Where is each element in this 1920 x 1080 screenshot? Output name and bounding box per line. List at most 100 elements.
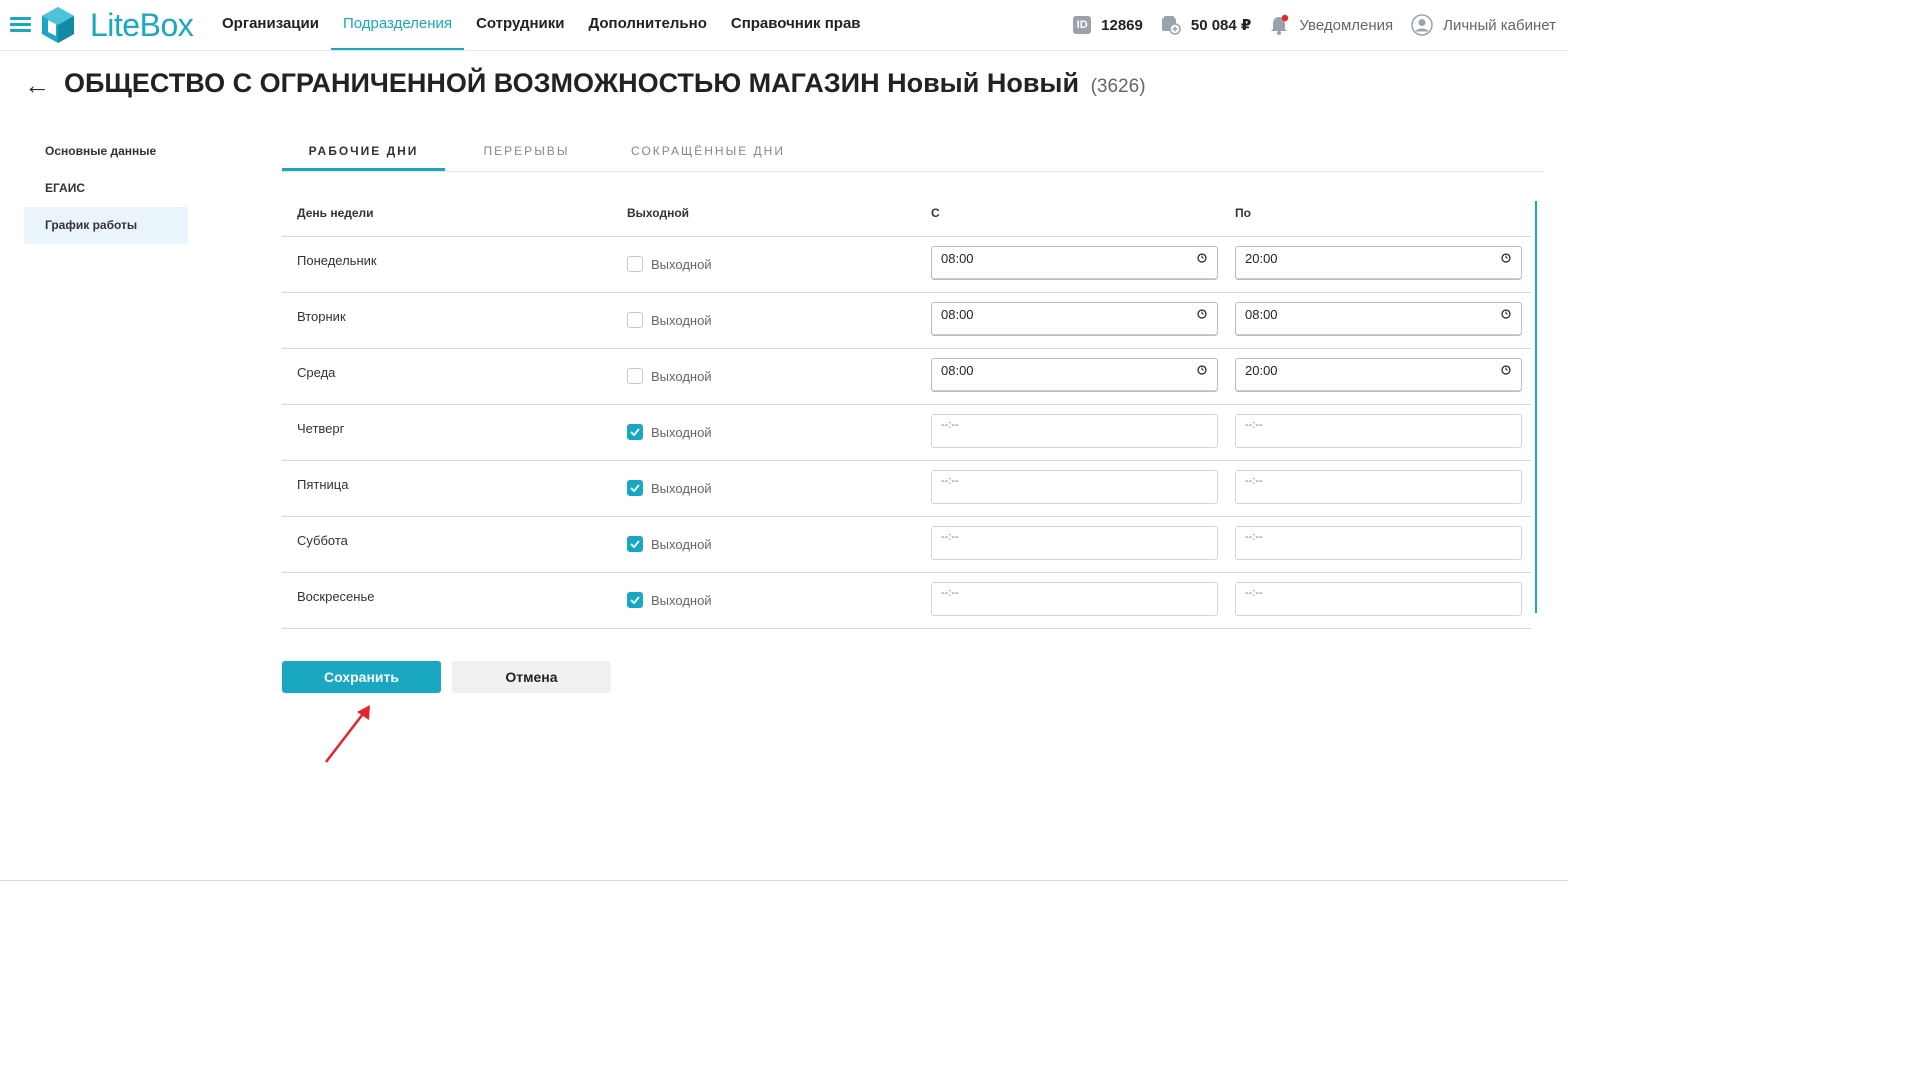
checkbox-box[interactable] <box>627 480 643 496</box>
time-from-value: 08:00 <box>941 251 974 266</box>
time-to-value: --:-- <box>1245 531 1263 543</box>
nav-rights-reference[interactable]: Справочник прав <box>719 0 873 50</box>
table-row: Понедельник Выходной 08:00 20:00 <box>282 237 1531 293</box>
time-from-value: 08:00 <box>941 363 974 378</box>
table-row: Пятница Выходной --:-- --:-- <box>282 461 1531 517</box>
time-from-input[interactable]: --:-- <box>931 582 1218 616</box>
balance-value: 50 084 ₽ <box>1190 17 1252 34</box>
time-from-input[interactable]: 08:00 <box>931 358 1218 392</box>
dayoff-checkbox[interactable]: Выходной <box>627 312 712 328</box>
dayoff-checkbox[interactable]: Выходной <box>627 424 712 440</box>
nav-employees[interactable]: Сотрудники <box>464 0 576 50</box>
time-to-input[interactable]: 20:00 <box>1235 358 1522 392</box>
time-from-input[interactable]: --:-- <box>931 470 1218 504</box>
dayoff-label: Выходной <box>651 424 712 440</box>
wallet-icon <box>1161 16 1181 35</box>
dayoff-label: Выходной <box>651 256 712 272</box>
time-to-input[interactable]: --:-- <box>1235 526 1522 560</box>
personal-account[interactable]: Личный кабинет <box>1411 14 1556 36</box>
schedule-table: День недели Выходной С По Понедельник Вых… <box>282 195 1531 629</box>
day-name: Вторник <box>297 309 346 324</box>
tab-short-days[interactable]: СОКРАЩЁННЫЕ ДНИ <box>608 133 808 171</box>
checkbox-box[interactable] <box>627 256 643 272</box>
page-count: (3626) <box>1090 76 1146 97</box>
clock-icon <box>1501 253 1511 263</box>
clock-icon <box>1501 365 1511 375</box>
nav-organizations[interactable]: Организации <box>210 0 331 50</box>
save-button[interactable]: Сохранить <box>282 661 441 693</box>
checkmark-icon <box>630 484 640 492</box>
clock-icon <box>1197 253 1207 263</box>
logo-text: LiteBox <box>90 6 194 43</box>
logo[interactable]: LiteBox <box>40 5 194 45</box>
bell-icon <box>1271 14 1289 35</box>
page-title-text: ОБЩЕСТВО С ОГРАНИЧЕННОЙ ВОЗМОЖНОСТЬЮ МАГ… <box>64 68 1080 98</box>
bottom-divider <box>0 880 1568 881</box>
table-row: Среда Выходной 08:00 20:00 <box>282 349 1531 405</box>
checkmark-icon <box>630 596 640 604</box>
dayoff-label: Выходной <box>651 592 712 608</box>
tab-working-days[interactable]: РАБОЧИЕ ДНИ <box>282 133 445 171</box>
notifications[interactable]: Уведомления <box>1269 14 1393 36</box>
dayoff-label: Выходной <box>651 368 712 384</box>
main-nav: Организации Подразделения Сотрудники Доп… <box>210 0 873 50</box>
time-from-input[interactable]: 08:00 <box>931 302 1218 336</box>
time-to-value: --:-- <box>1245 587 1263 599</box>
dayoff-label: Выходной <box>651 480 712 496</box>
nav-subdivisions[interactable]: Подразделения <box>330 0 465 50</box>
time-from-input[interactable]: --:-- <box>931 414 1218 448</box>
balance[interactable]: 50 084 ₽ <box>1161 15 1251 35</box>
side-item-main-data[interactable]: Основные данные <box>24 133 188 170</box>
table-row: Вторник Выходной 08:00 08:00 <box>282 293 1531 349</box>
checkbox-box[interactable] <box>627 312 643 328</box>
dayoff-checkbox[interactable]: Выходной <box>627 592 712 608</box>
checkmark-icon <box>630 428 640 436</box>
litebox-logo-icon <box>42 7 74 43</box>
table-header: День недели Выходной С По <box>282 195 1531 237</box>
header-to: По <box>1235 206 1251 220</box>
time-to-input[interactable]: 08:00 <box>1235 302 1522 336</box>
nav-additional[interactable]: Дополнительно <box>577 0 719 50</box>
time-to-value: --:-- <box>1245 419 1263 431</box>
checkbox-box[interactable] <box>627 592 643 608</box>
table-row: Суббота Выходной --:-- --:-- <box>282 517 1531 573</box>
time-to-input[interactable]: --:-- <box>1235 470 1522 504</box>
account-id-value: 12869 <box>1101 16 1143 34</box>
dayoff-checkbox[interactable]: Выходной <box>627 368 712 384</box>
menu-icon[interactable] <box>10 17 31 32</box>
time-from-input[interactable]: --:-- <box>931 526 1218 560</box>
dayoff-checkbox[interactable]: Выходной <box>627 480 712 496</box>
time-from-input[interactable]: 08:00 <box>931 246 1218 280</box>
dayoff-checkbox[interactable]: Выходной <box>627 536 712 552</box>
time-from-value: --:-- <box>941 419 959 431</box>
time-to-value: --:-- <box>1245 475 1263 487</box>
day-name: Суббота <box>297 533 348 548</box>
time-to-input[interactable]: --:-- <box>1235 582 1522 616</box>
checkbox-box[interactable] <box>627 424 643 440</box>
tabs: РАБОЧИЕ ДНИ ПЕРЕРЫВЫ СОКРАЩЁННЫЕ ДНИ <box>282 133 1544 172</box>
checkbox-box[interactable] <box>627 368 643 384</box>
tab-breaks[interactable]: ПЕРЕРЫВЫ <box>445 133 608 171</box>
dayoff-checkbox[interactable]: Выходной <box>627 256 712 272</box>
header-day: День недели <box>297 206 374 220</box>
time-to-value: 08:00 <box>1245 307 1278 322</box>
header-info: ID 12869 50 084 ₽ Уведомления Личный каб… <box>1073 0 1556 50</box>
account-id: ID 12869 <box>1073 16 1143 34</box>
checkbox-box[interactable] <box>627 536 643 552</box>
time-from-value: --:-- <box>941 587 959 599</box>
cancel-button[interactable]: Отмена <box>452 661 611 693</box>
personal-account-label: Личный кабинет <box>1443 16 1556 34</box>
dayoff-label: Выходной <box>651 536 712 552</box>
time-to-input[interactable]: --:-- <box>1235 414 1522 448</box>
header-dayoff: Выходной <box>627 206 690 220</box>
side-menu: Основные данные ЕГАИС График работы <box>24 133 188 244</box>
time-from-value: 08:00 <box>941 307 974 322</box>
side-item-schedule[interactable]: График работы <box>24 207 188 244</box>
day-name: Среда <box>297 365 336 380</box>
side-item-egais[interactable]: ЕГАИС <box>24 170 188 207</box>
back-arrow-icon[interactable]: ← <box>24 70 50 101</box>
day-name: Четверг <box>297 421 345 436</box>
scrollbar[interactable] <box>1535 201 1537 613</box>
clock-icon <box>1197 365 1207 375</box>
time-to-input[interactable]: 20:00 <box>1235 246 1522 280</box>
